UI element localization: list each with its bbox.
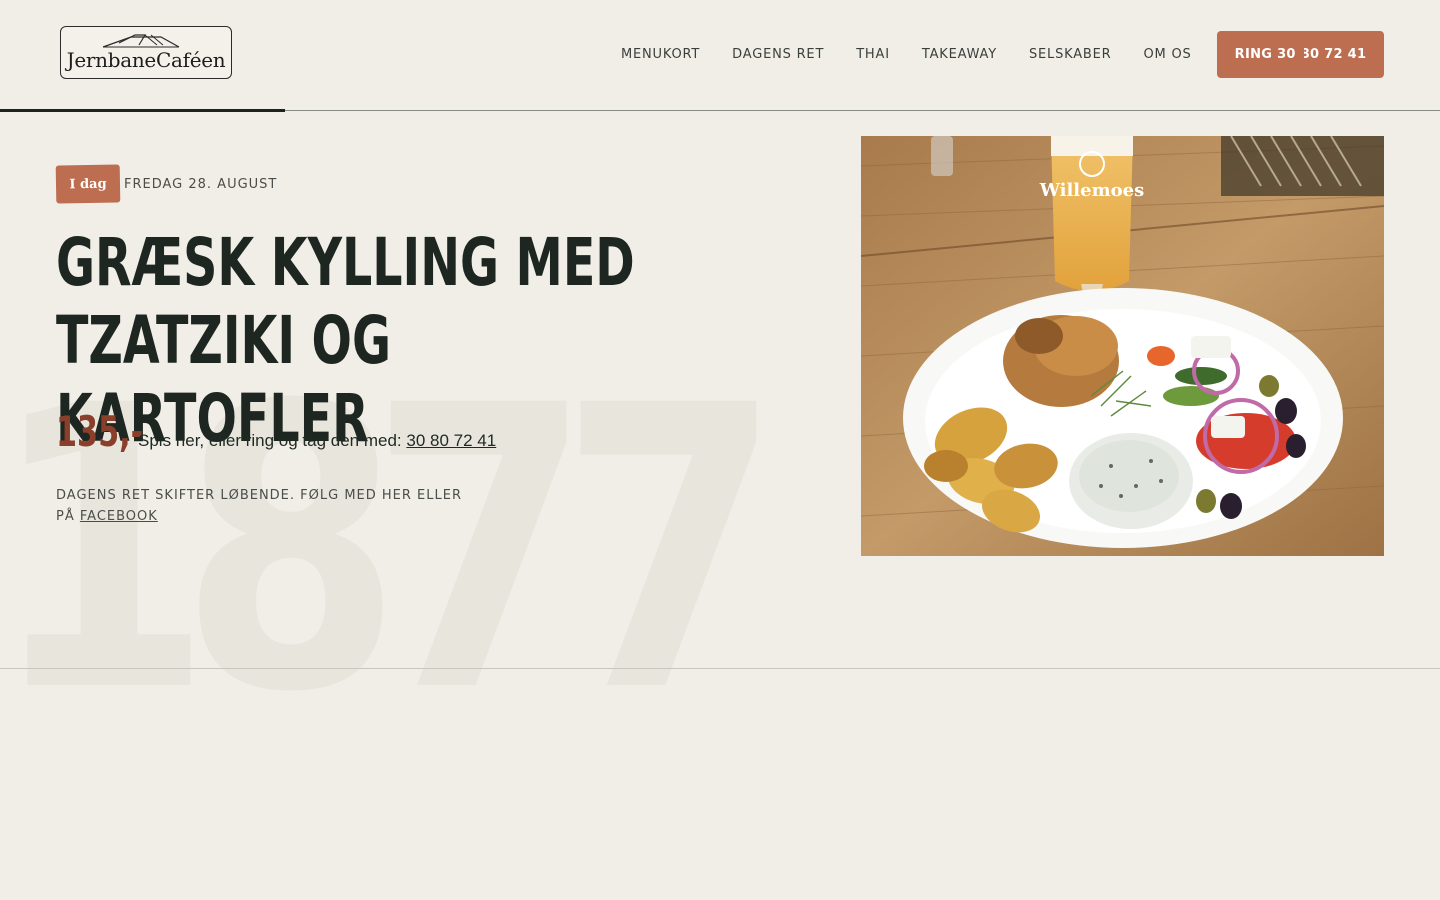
nav-item-selskaber[interactable]: SELSKABER	[1029, 47, 1112, 62]
date-label: FREDAG 28. AUGUST	[124, 177, 278, 192]
dish-title-line-1: GRÆSK KYLLING MED	[56, 224, 635, 301]
scroll-progress-bar	[0, 109, 285, 112]
dish-photo: Willemoes	[861, 136, 1384, 556]
train-icon	[102, 34, 180, 48]
nav-item-menukort[interactable]: MENUKORT	[621, 47, 700, 62]
daily-note-text: DAGENS RET SKIFTER LØBENDE. FØLG MED HER…	[56, 488, 462, 503]
nav-item-dagens-ret[interactable]: DAGENS RET	[732, 47, 824, 62]
phone-link[interactable]: 30 80 72 41	[406, 431, 496, 450]
dish-photo-illustration: Willemoes	[861, 136, 1384, 556]
order-info-text: Spis her, eller ring og tag den med:	[138, 431, 402, 450]
logo[interactable]: JernbaneCaféen	[60, 26, 232, 79]
section-divider	[0, 668, 1440, 669]
nav-item-takeaway[interactable]: TAKEAWAY	[922, 47, 997, 62]
logo-text: JernbaneCaféen	[66, 48, 226, 72]
today-badge: I dag	[55, 164, 121, 204]
dish-title: GRÆSK KYLLING MED TZATZIKI OG KARTOFLER	[56, 224, 675, 458]
daily-note: DAGENS RET SKIFTER LØBENDE. FØLG MED HER…	[56, 485, 496, 527]
order-info: Spis her, eller ring og tag den med: 30 …	[138, 431, 496, 451]
site-header: JernbaneCaféen MENUKORT DAGENS RET THAI …	[0, 0, 1440, 110]
facebook-link[interactable]: FACEBOOK	[80, 509, 158, 524]
nav-item-thai[interactable]: THAI	[856, 47, 890, 62]
call-button[interactable]: RING 30 80 72 41	[1217, 31, 1384, 78]
main-nav: MENUKORT DAGENS RET THAI TAKEAWAY SELSKA…	[621, 47, 1192, 62]
nav-item-om-os[interactable]: OM OS	[1143, 47, 1191, 62]
price: 135,-	[56, 407, 144, 456]
glass-logo-text: Willemoes	[1039, 180, 1145, 201]
daily-note-text-2: PÅ	[56, 509, 75, 524]
